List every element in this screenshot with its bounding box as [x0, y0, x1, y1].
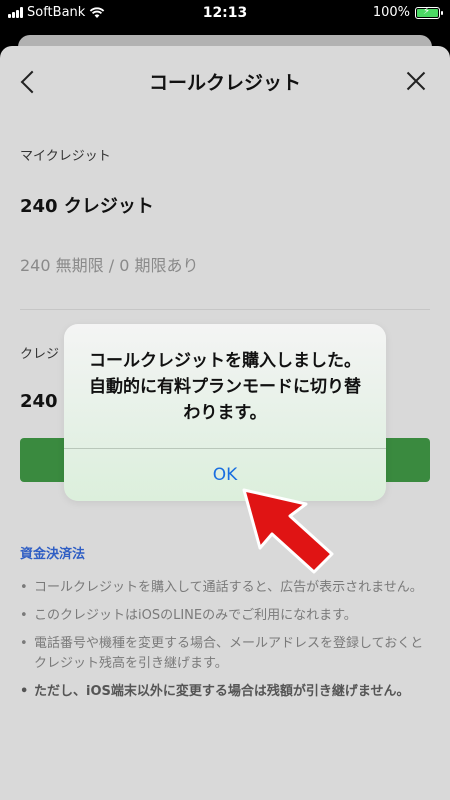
credit-amount: 240 クレジット: [20, 196, 154, 217]
divider: [20, 309, 430, 310]
ok-button[interactable]: OK: [64, 449, 386, 501]
note-item: コールクレジットを購入して通話すると、広告が表示されません。: [20, 578, 426, 598]
battery-group: 100% ⚡: [372, 5, 443, 20]
battery-charging-icon: ⚡: [415, 6, 443, 19]
note-item: ただし、iOS端末以外に変更する場合は残額が引き継げません。: [20, 682, 426, 702]
page-title: コールクレジット: [148, 72, 301, 94]
battery-percent: 100%: [372, 5, 410, 20]
notes-list: コールクレジットを購入して通話すると、広告が表示されません。 このクレジットはi…: [20, 578, 426, 710]
my-credit-label: マイクレジット: [20, 149, 111, 164]
note-item: このクレジットはiOSのLINEのみでご利用になれます。: [20, 606, 426, 626]
dialog-message: コールクレジットを購入しました。自動的に有料プランモードに切り替わります。: [89, 351, 361, 423]
purchase-amount: 240: [20, 391, 58, 412]
note-item: 電話番号や機種を変更する場合、メールアドレスを登録しておくとクレジット残高を引き…: [20, 634, 426, 674]
nav-bar: コールクレジット: [0, 46, 450, 118]
status-bar: SoftBank 12:13 100% ⚡: [0, 0, 450, 26]
payment-act-link[interactable]: 資金決済法: [20, 543, 85, 562]
alert-dialog: コールクレジットを購入しました。自動的に有料プランモードに切り替わります。 OK: [64, 324, 386, 501]
close-icon[interactable]: [404, 69, 428, 93]
purchase-label: クレジ: [20, 347, 60, 362]
credit-breakdown: 240 無期限 / 0 期限あり: [20, 256, 199, 275]
red-arrow-icon: [242, 488, 334, 574]
